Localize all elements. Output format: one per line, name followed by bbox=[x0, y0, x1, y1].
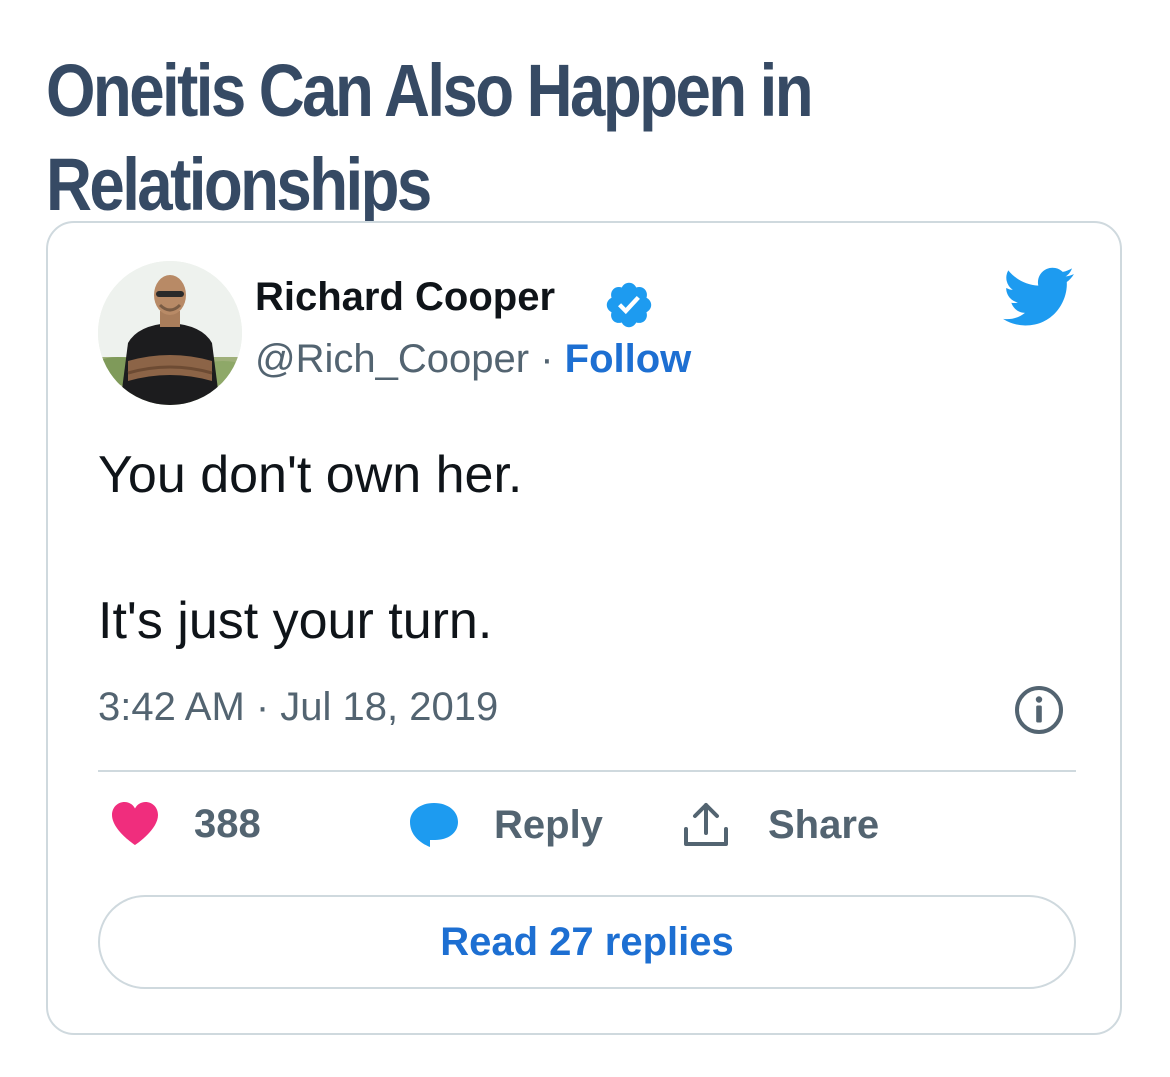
tweet-line: It's just your turn. bbox=[98, 592, 493, 650]
info-icon[interactable] bbox=[1014, 685, 1064, 735]
upload-share-icon bbox=[684, 803, 728, 846]
avatar[interactable] bbox=[98, 261, 242, 405]
reply-button[interactable]: Reply bbox=[408, 801, 603, 849]
tweet-text: You don't own her. It's just your turn. bbox=[98, 443, 522, 653]
twitter-bird-icon[interactable] bbox=[1003, 267, 1075, 327]
tweet-timestamp[interactable]: 3:42 AM · Jul 18, 2019 bbox=[98, 685, 498, 730]
verified-badge-icon bbox=[606, 282, 652, 328]
author-handle[interactable]: @Rich_Cooper bbox=[255, 337, 529, 381]
like-count: 388 bbox=[194, 801, 261, 846]
handle-line: @Rich_Cooper · Follow bbox=[255, 337, 691, 382]
tweet-line: You don't own her. bbox=[98, 446, 523, 504]
tweet-actions: 388 Reply Share bbox=[98, 801, 1076, 865]
like-button[interactable]: 388 bbox=[110, 801, 261, 847]
follow-button[interactable]: Follow bbox=[565, 337, 692, 381]
article-headline: Oneitis Can Also Happen in Relationships bbox=[46, 48, 814, 226]
heart-icon bbox=[112, 802, 158, 845]
read-replies-button[interactable]: Read 27 replies bbox=[98, 895, 1076, 989]
speech-bubble-icon bbox=[410, 803, 458, 847]
divider bbox=[98, 770, 1076, 772]
embedded-tweet-card[interactable]: Richard Cooper @Rich_Cooper · Follow You… bbox=[46, 221, 1122, 1035]
share-button[interactable]: Share bbox=[682, 801, 879, 849]
author-name[interactable]: Richard Cooper bbox=[255, 275, 555, 320]
separator: · bbox=[540, 337, 554, 381]
reply-label: Reply bbox=[494, 802, 603, 847]
share-label: Share bbox=[768, 802, 880, 847]
